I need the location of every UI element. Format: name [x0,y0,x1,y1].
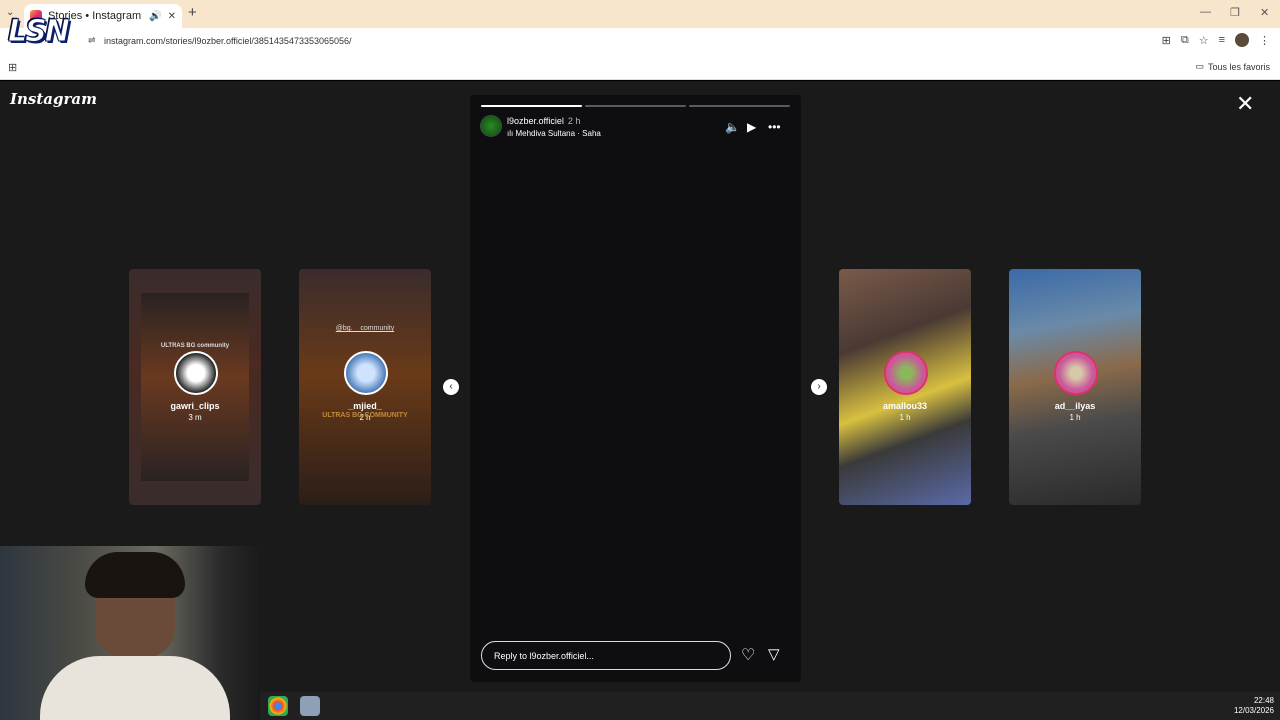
menu-kebab-icon[interactable]: ⋮ [1259,34,1270,47]
card-avatar [884,351,928,395]
apps-grid-icon[interactable]: ⊞ [8,61,17,74]
play-icon[interactable]: ▶ [747,120,756,134]
next-story-button[interactable]: › [811,379,827,395]
system-clock[interactable]: 22:48 12/03/2026 [1234,696,1274,716]
card-caption: ULTRAS BG community [160,343,230,349]
card-time: 1 h [899,413,911,422]
card-username: _mjied_ [348,401,382,411]
story-progress-2 [585,105,686,107]
media-controls-icon[interactable]: ≡ [1219,34,1225,46]
clock-date: 12/03/2026 [1233,706,1274,715]
side-story-card[interactable]: ULTRAS BG community gawri_clips 3 m [129,269,261,505]
bookmarks-bar [0,56,1280,80]
url-text[interactable]: instagram.com/stories/l9ozber.officiel/3… [104,36,352,46]
reply-input[interactable]: Reply to l9ozber.officiel... [481,641,731,670]
profile-avatar[interactable] [1235,33,1249,47]
clock-time: 22:48 [1253,696,1274,705]
app-taskbar-icon[interactable] [300,696,320,716]
card-avatar [344,351,388,395]
like-heart-icon[interactable]: ♡ [741,645,755,665]
lsn-watermark-logo: LSN [8,14,71,50]
close-stories-icon[interactable]: ✕ [1236,93,1254,115]
cast-icon[interactable]: ⧉ [1181,34,1189,47]
send-icon[interactable]: ▽ [768,645,780,663]
card-caption: ULTRAS BG COMMUNITY [322,412,408,419]
side-story-card[interactable]: ad__ilyas 1 h [1009,269,1141,505]
card-time: 1 h [1069,413,1081,422]
card-username: ad__ilyas [1054,401,1096,411]
story-progress-3 [689,105,790,107]
side-story-card[interactable]: @bg.__community _mjied_ 2 h ULTRAS BG CO… [299,269,431,505]
card-avatar [1054,351,1098,395]
bookmark-star-icon[interactable]: ☆ [1199,34,1209,47]
card-username: gawri_clips [170,401,220,411]
story-progress-1 [481,105,582,107]
side-story-card[interactable]: amallou33 1 h [839,269,971,505]
story-time: 2 h [567,116,581,126]
previous-story-button[interactable]: ‹ [443,379,459,395]
more-options-icon[interactable]: ••• [768,120,781,134]
story-music: Mehdiva Sultana · Saha [515,129,601,138]
new-tab-icon[interactable]: + [188,4,197,21]
os-taskbar [260,692,1280,720]
active-story[interactable] [470,95,801,682]
restore-icon[interactable]: ❐ [1230,6,1240,19]
all-bookmarks-folder[interactable]: ▭ Tous les favoris [1195,61,1270,72]
story-music-line[interactable]: ılı Mehdiva Sultana · Saha [507,129,601,138]
story-avatar[interactable] [480,115,502,137]
card-username: amallou33 [882,401,928,411]
card-avatar [174,351,218,395]
card-time: 3 m [188,413,202,422]
webcam-overlay [0,546,260,720]
speaker-icon[interactable]: 🔊 [149,11,161,22]
story-username[interactable]: l9ozber.officiel [507,116,564,126]
folder-icon: ▭ [1195,61,1204,71]
bookmark-folder-label: Tous les favoris [1207,61,1270,72]
translate-icon[interactable]: ⊞ [1162,34,1171,47]
mute-icon[interactable]: 🔈 [725,120,740,134]
instagram-logo[interactable]: Instagram [10,90,97,108]
chrome-taskbar-icon[interactable] [268,696,288,716]
tab-close-icon[interactable]: ✕ [168,11,176,22]
window-close-icon[interactable]: ✕ [1260,6,1269,19]
story-user-line: l9ozber.officiel 2 h [507,116,580,126]
card-tag: @bg.__community [335,325,395,332]
minimize-icon[interactable]: — [1200,6,1211,18]
